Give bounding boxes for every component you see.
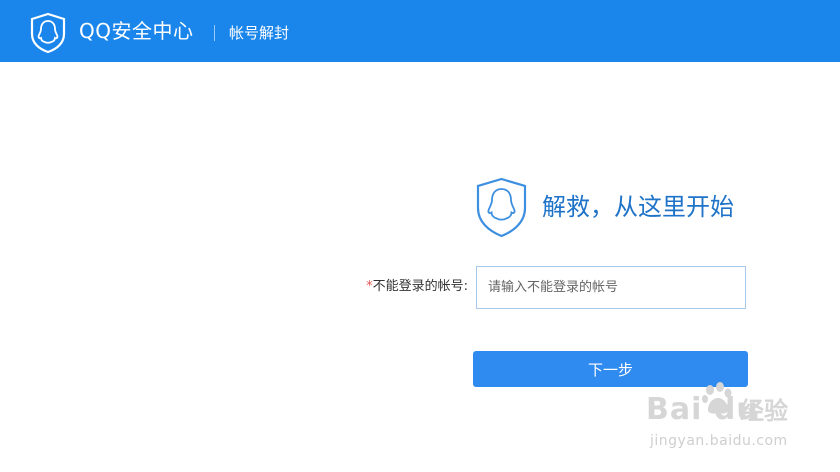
- account-input[interactable]: [476, 266, 746, 309]
- page-heading: 解救，从这里开始: [542, 193, 734, 221]
- qq-shield-icon: [476, 177, 527, 238]
- baidu-jingyan-watermark: Bai du 经验 jingyan.baidu.com: [644, 380, 804, 460]
- header-divider: [214, 25, 215, 41]
- watermark-text: 经验: [740, 397, 788, 425]
- account-field-label-text: 不能登录的帐号:: [372, 279, 468, 294]
- account-field-label: *不能登录的帐号:: [366, 278, 468, 296]
- section-title: 帐号解封: [229, 24, 290, 42]
- watermark-url: jingyan.baidu.com: [650, 433, 788, 449]
- paw-icon: [702, 382, 732, 414]
- qq-shield-icon: [30, 12, 66, 54]
- brand-title[interactable]: QQ安全中心: [79, 18, 193, 44]
- top-header: QQ安全中心 帐号解封: [0, 0, 840, 62]
